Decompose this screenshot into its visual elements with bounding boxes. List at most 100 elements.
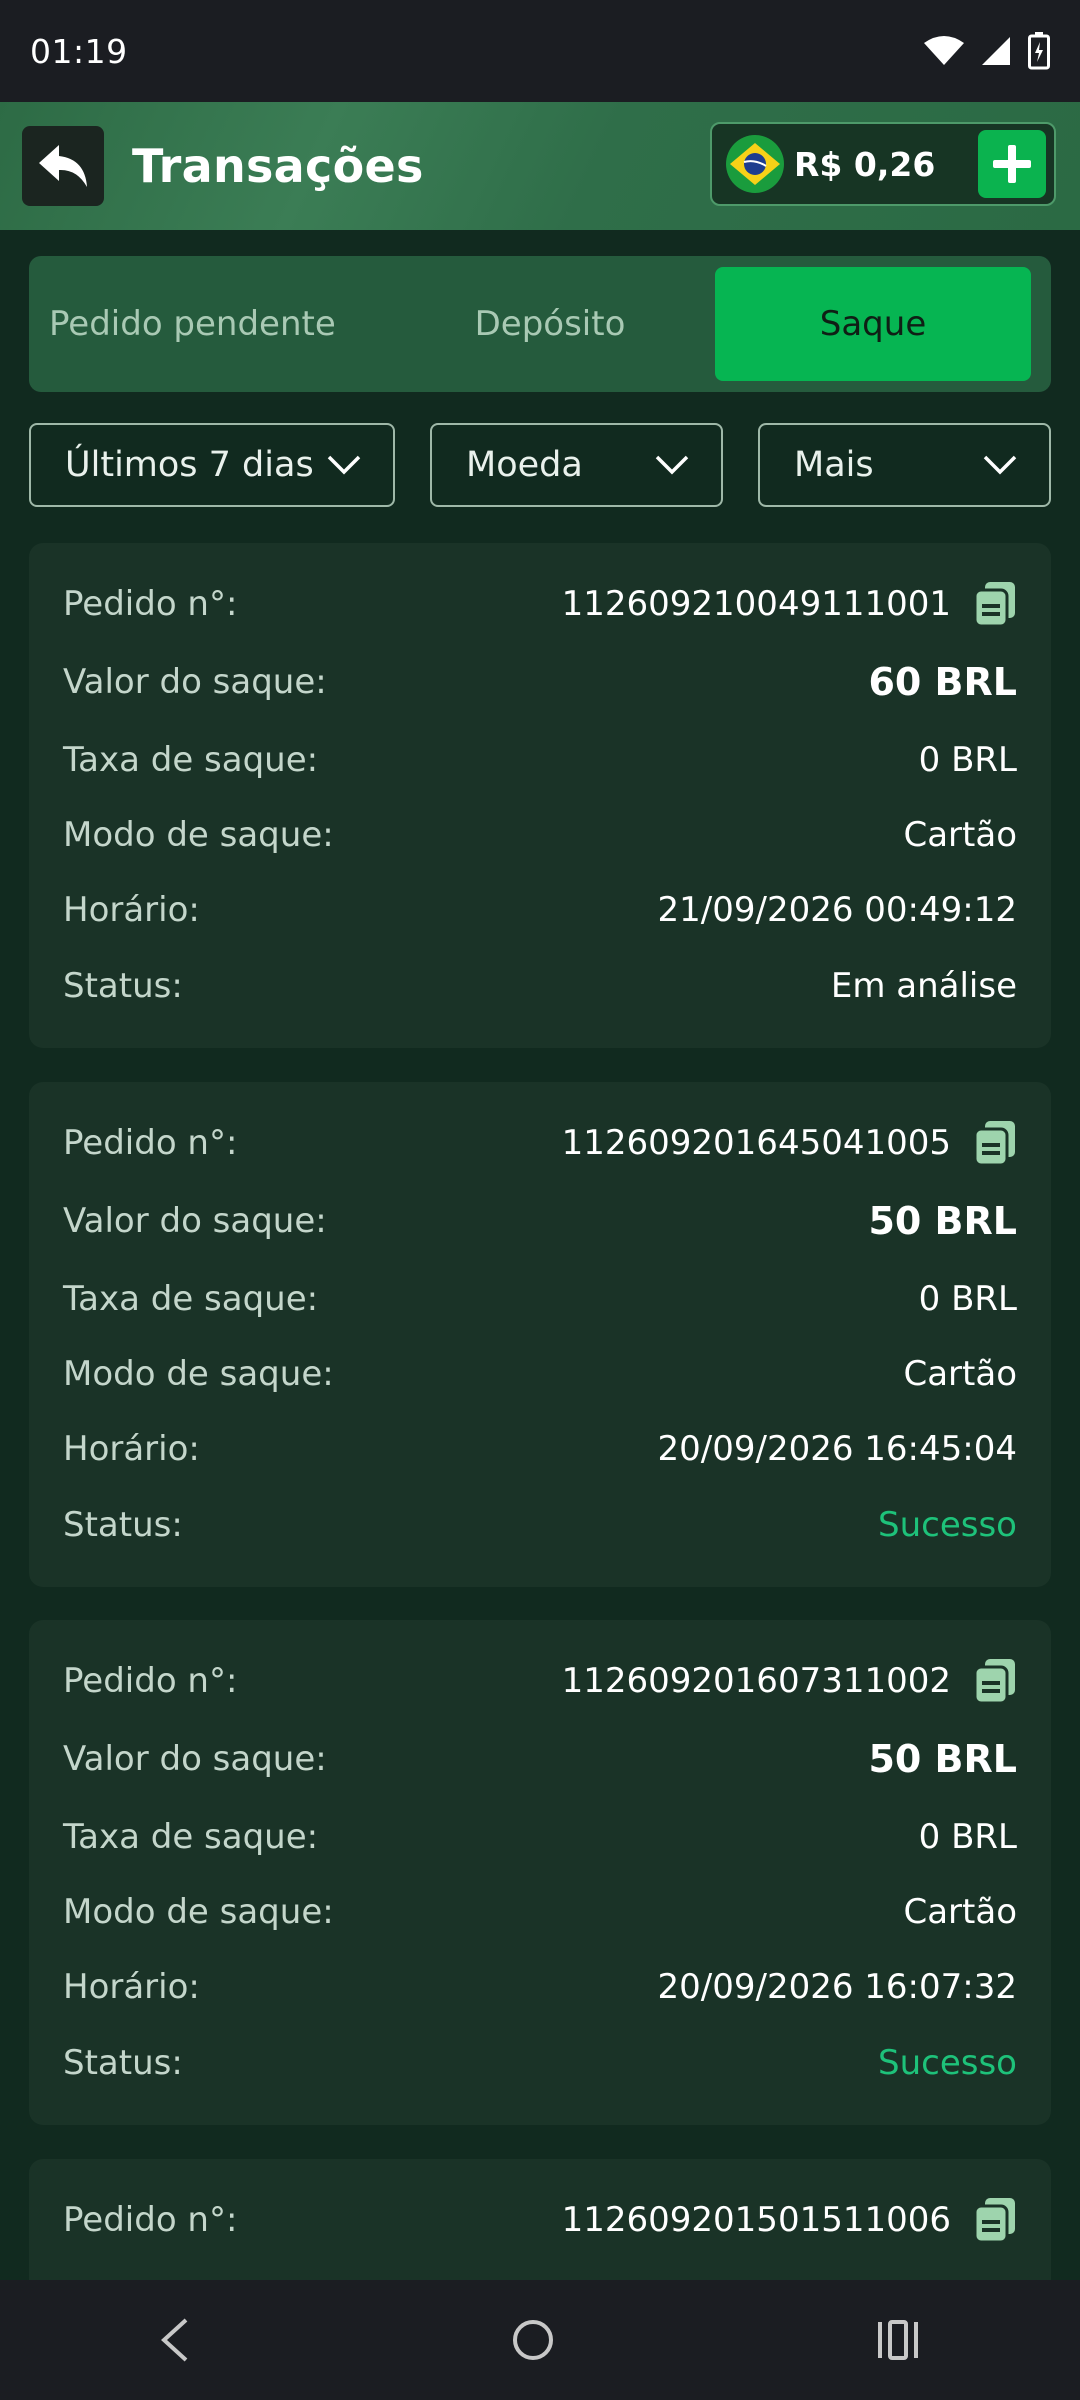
copy-icon[interactable] [973, 1657, 1017, 1705]
balance-widget[interactable]: R$ 0,26 [710, 122, 1056, 206]
order-number: 112609201607311002 [561, 1661, 951, 1701]
status-row: Status: Sucesso [63, 2033, 1017, 2093]
filter-currency[interactable]: Moeda [430, 423, 723, 507]
fee-label: Taxa de saque: [63, 1279, 319, 1319]
order-number: 112609201501511006 [561, 2200, 951, 2240]
time-value: 20/09/2026 16:45:04 [657, 1429, 1017, 1469]
copy-icon[interactable] [973, 1119, 1017, 1167]
mode-label: Modo de saque: [63, 1892, 334, 1932]
time-value: 21/09/2026 00:49:12 [657, 890, 1017, 930]
time-row: Horário: 21/09/2026 00:49:12 [63, 880, 1017, 940]
chevron-down-icon [983, 455, 1017, 475]
mode-row: Modo de saque: Cartão [63, 1882, 1017, 1942]
fee-value: 0 BRL [918, 1279, 1017, 1319]
status-label: Status: [63, 1505, 183, 1545]
order-label: Pedido n°: [63, 1661, 238, 1701]
copy-icon[interactable] [973, 2196, 1017, 2244]
fee-row: Taxa de saque: 0 BRL [63, 1807, 1017, 1867]
mode-value: Cartão [903, 1354, 1017, 1394]
balance-amount: R$ 0,26 [794, 144, 936, 184]
nav-home-icon[interactable] [511, 2318, 555, 2362]
order-label: Pedido n°: [63, 584, 238, 624]
transaction-card: Pedido n°: 112609201645041005 Valor do s… [29, 1082, 1051, 1587]
order-row: Pedido n°: 112609201607311002 [63, 1651, 1017, 1711]
filter-more[interactable]: Mais [758, 423, 1051, 507]
battery-icon [1028, 32, 1050, 70]
amount-value: 60 BRL [868, 660, 1017, 704]
amount-value: 50 BRL [868, 1199, 1017, 1243]
add-funds-button[interactable] [978, 130, 1046, 198]
time-value: 20/09/2026 16:07:32 [657, 1967, 1017, 2007]
back-button[interactable] [22, 126, 104, 206]
status-row: Status: Em análise [63, 956, 1017, 1016]
filter-currency-label: Moeda [466, 445, 583, 485]
time-label: Horário: [63, 1967, 200, 2007]
app-header: Transações R$ 0,26 [0, 102, 1080, 230]
system-nav-bar [0, 2280, 1080, 2400]
order-value: 112609201607311002 [562, 1657, 1017, 1705]
order-label: Pedido n°: [63, 1123, 238, 1163]
transaction-card: Pedido n°: 112609210049111001 Valor do s… [29, 543, 1051, 1048]
transaction-card: Pedido n°: 112609201607311002 Valor do s… [29, 1620, 1051, 2125]
amount-label: Valor do saque: [63, 1739, 327, 1779]
time-row: Horário: 20/09/2026 16:45:04 [63, 1419, 1017, 1479]
order-value: 112609201501511006 [562, 2196, 1017, 2244]
status-bar: 01:19 [0, 0, 1080, 102]
mode-value: Cartão [903, 815, 1017, 855]
status-value: Sucesso [878, 1505, 1017, 1545]
amount-label: Valor do saque: [63, 1201, 327, 1241]
nav-recents-icon[interactable] [876, 2320, 920, 2360]
brazil-flag-icon [726, 135, 784, 193]
amount-row: Valor do saque: 50 BRL [63, 1191, 1017, 1251]
status-value: Em análise [830, 966, 1017, 1006]
order-label: Pedido n°: [63, 2200, 238, 2240]
order-value: 112609210049111001 [562, 580, 1017, 628]
nav-back-icon[interactable] [160, 2318, 190, 2362]
order-row: Pedido n°: 112609201501511006 [63, 2190, 1017, 2250]
mode-label: Modo de saque: [63, 815, 334, 855]
back-arrow-icon [39, 145, 87, 187]
time-label: Horário: [63, 890, 200, 930]
filter-date-label: Últimos 7 dias [65, 445, 314, 485]
fee-value: 0 BRL [918, 1817, 1017, 1857]
chevron-down-icon [327, 455, 361, 475]
order-value: 112609201645041005 [562, 1119, 1017, 1167]
fee-label: Taxa de saque: [63, 1817, 319, 1857]
tab-pending-order[interactable]: Pedido pendente [41, 267, 385, 381]
order-number: 112609201645041005 [561, 1123, 951, 1163]
signal-icon [982, 37, 1010, 65]
status-value: Sucesso [878, 2043, 1017, 2083]
time-row: Horário: 20/09/2026 16:07:32 [63, 1957, 1017, 2017]
mode-row: Modo de saque: Cartão [63, 805, 1017, 865]
mode-label: Modo de saque: [63, 1354, 334, 1394]
order-row: Pedido n°: 112609210049111001 [63, 574, 1017, 634]
wifi-icon [924, 36, 964, 65]
chevron-down-icon [655, 455, 689, 475]
status-row: Status: Sucesso [63, 1495, 1017, 1555]
page-title: Transações [132, 139, 424, 193]
tab-deposit[interactable]: Depósito [385, 267, 715, 381]
filter-more-label: Mais [794, 445, 874, 485]
mode-value: Cartão [903, 1892, 1017, 1932]
status-label: Status: [63, 2043, 183, 2083]
status-label: Status: [63, 966, 183, 1006]
time-label: Horário: [63, 1429, 200, 1469]
fee-row: Taxa de saque: 0 BRL [63, 730, 1017, 790]
mode-row: Modo de saque: Cartão [63, 1344, 1017, 1404]
order-row: Pedido n°: 112609201645041005 [63, 1113, 1017, 1173]
fee-row: Taxa de saque: 0 BRL [63, 1269, 1017, 1329]
fee-label: Taxa de saque: [63, 740, 319, 780]
amount-label: Valor do saque: [63, 662, 327, 702]
amount-row: Valor do saque: 50 BRL [63, 1729, 1017, 1789]
filter-date-range[interactable]: Últimos 7 dias [29, 423, 395, 507]
amount-value: 50 BRL [868, 1737, 1017, 1781]
tab-withdrawal[interactable]: Saque [715, 267, 1031, 381]
status-time: 01:19 [30, 31, 128, 71]
status-icons [924, 32, 1050, 70]
fee-value: 0 BRL [918, 740, 1017, 780]
transaction-tabs: Pedido pendente Depósito Saque [29, 256, 1051, 392]
copy-icon[interactable] [973, 580, 1017, 628]
plus-icon [993, 145, 1031, 183]
amount-row: Valor do saque: 60 BRL [63, 652, 1017, 712]
order-number: 112609210049111001 [561, 584, 951, 624]
